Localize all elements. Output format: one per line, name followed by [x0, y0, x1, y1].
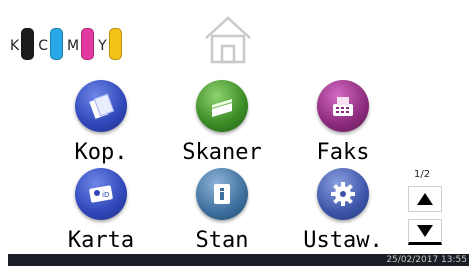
- ink-tank-yellow: [108, 28, 122, 60]
- app-copy-label: Kop.: [74, 140, 128, 165]
- page-down-button[interactable]: [408, 219, 442, 245]
- app-id-card-label: Karta: [67, 228, 135, 253]
- app-status-label: Stan: [195, 228, 249, 253]
- app-settings-label: Ustaw.: [303, 228, 383, 253]
- settings-icon: [317, 168, 369, 220]
- app-fax-label: Faks: [316, 140, 370, 165]
- page-up-button[interactable]: [408, 186, 442, 212]
- home-button[interactable]: [200, 12, 256, 66]
- svg-text:iD: iD: [102, 191, 109, 199]
- ink-tank-cyan: [49, 28, 63, 60]
- arrow-up-icon: [417, 193, 433, 205]
- ink-label-y: Y: [98, 38, 107, 54]
- status-bar: 25/02/2017 13:55: [8, 254, 469, 266]
- status-icon: [196, 168, 248, 220]
- ink-label-m: M: [66, 38, 80, 54]
- status-datetime: 25/02/2017 13:55: [386, 255, 467, 265]
- fax-icon: [317, 80, 369, 132]
- home-icon: [205, 16, 251, 64]
- ink-tank-black: [21, 28, 35, 60]
- copy-icon: [75, 80, 127, 132]
- ink-label-c: C: [38, 38, 48, 54]
- arrow-down-icon: [417, 225, 433, 237]
- scanner-icon: [196, 80, 248, 132]
- ink-label-k: K: [10, 38, 20, 54]
- id-card-icon: iD: [75, 168, 127, 220]
- page-indicator: 1/2: [414, 169, 431, 180]
- app-scanner-label: Skaner: [182, 140, 262, 165]
- ink-tank-magenta: [81, 28, 95, 60]
- ink-levels: K C M Y: [10, 14, 126, 60]
